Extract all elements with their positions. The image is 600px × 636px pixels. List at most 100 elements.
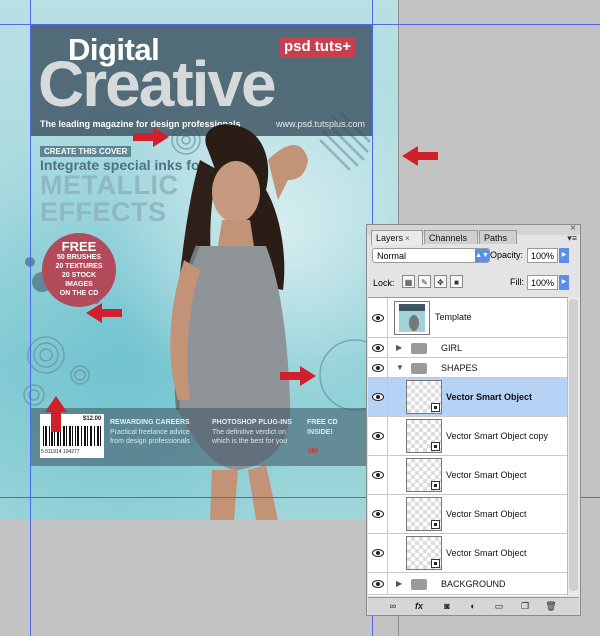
layer-row-template[interactable]: Template: [368, 298, 567, 338]
smart-object-icon: [431, 403, 440, 412]
layer-thumbnail: [406, 536, 442, 570]
new-layer-icon[interactable]: ❐: [518, 600, 532, 612]
visibility-cell[interactable]: [368, 495, 388, 533]
layer-list-scrollbar[interactable]: [567, 297, 580, 595]
eye-icon[interactable]: [372, 393, 384, 401]
strip-heading: FREE CD: [307, 419, 338, 426]
guide-line-horizontal[interactable]: [0, 24, 600, 25]
dropdown-arrow-icon: ▲▼: [475, 249, 489, 262]
scrollbar-thumb[interactable]: [569, 299, 578, 591]
lock-label: Lock:: [373, 278, 395, 288]
eye-icon[interactable]: [372, 471, 384, 479]
layer-name: GIRL: [441, 343, 463, 353]
visibility-cell[interactable]: [368, 378, 388, 416]
opacity-input[interactable]: 100%: [527, 248, 558, 263]
layer-row-vector-smart-object[interactable]: Vector Smart Object: [368, 495, 567, 534]
tab-label: Channels: [429, 233, 468, 243]
link-icon[interactable]: ∞: [386, 600, 400, 612]
arrow-left-icon: [86, 303, 122, 323]
tab-channels[interactable]: Channels: [424, 230, 478, 244]
create-this-cover-badge: CREATE THIS COVER: [40, 146, 132, 157]
mask-icon[interactable]: ◙: [440, 600, 454, 612]
strip-text: from design professionals: [110, 438, 190, 445]
fill-label: Fill:: [510, 277, 524, 287]
layer-name: Vector Smart Object copy: [446, 431, 549, 441]
tab-close-icon[interactable]: ×: [405, 234, 410, 243]
eye-icon[interactable]: [372, 364, 384, 372]
strip-heading: PHOTOSHOP PLUG-INS: [212, 419, 292, 426]
visibility-cell[interactable]: [368, 456, 388, 494]
smart-object-icon: [431, 559, 440, 568]
eye-icon[interactable]: [372, 580, 384, 588]
layer-row-background[interactable]: ▶ BACKGROUND: [368, 573, 567, 595]
barcode-number: 5 011914 104277: [41, 449, 80, 455]
layer-row-girl[interactable]: ▶ GIRL: [368, 338, 567, 358]
free-line: IMAGES: [65, 281, 93, 288]
lock-position-icon[interactable]: ✥: [434, 275, 447, 288]
folder-icon: [411, 343, 427, 354]
magazine-cover: Digital Creative psd tuts+ The leading m…: [0, 0, 398, 520]
adjustment-icon[interactable]: ◐: [466, 600, 480, 612]
visibility-cell[interactable]: [368, 573, 388, 594]
fill-slider-button[interactable]: ▶: [559, 275, 569, 290]
arrow-right-icon: [133, 127, 169, 147]
layer-thumbnail: [394, 301, 430, 335]
strip-heading: REWARDING CAREERS: [110, 419, 190, 426]
layer-row-vector-smart-object[interactable]: Vector Smart Object: [368, 456, 567, 495]
guide-line-vertical[interactable]: [30, 0, 31, 636]
eye-icon[interactable]: [372, 549, 384, 557]
blend-mode-select[interactable]: Normal ▲▼: [372, 248, 490, 263]
tab-label: Layers: [376, 233, 404, 243]
fx-icon[interactable]: fx: [412, 600, 426, 612]
opacity-slider-button[interactable]: ▶: [559, 248, 569, 263]
layer-name: Template: [435, 312, 472, 322]
psd-tuts-logo: psd tuts+: [280, 37, 355, 57]
visibility-cell[interactable]: [368, 358, 388, 377]
eye-icon[interactable]: [372, 344, 384, 352]
eye-icon[interactable]: [372, 314, 384, 322]
visibility-cell[interactable]: [368, 417, 388, 455]
folder-icon: [411, 579, 427, 590]
smart-object-icon: [431, 520, 440, 529]
tab-label: Paths: [484, 233, 508, 243]
layer-row-vector-smart-object[interactable]: Vector Smart Object: [368, 378, 567, 417]
collapse-triangle-icon[interactable]: ▼: [396, 363, 404, 372]
visibility-cell[interactable]: [368, 298, 388, 337]
tab-paths[interactable]: Paths: [479, 230, 517, 244]
blend-mode-value: Normal: [377, 251, 407, 261]
layer-row-vector-smart-object[interactable]: Vector Smart Object: [368, 534, 567, 573]
expand-triangle-icon[interactable]: ▶: [396, 579, 402, 588]
free-line: 50 BRUSHES: [57, 254, 101, 261]
fill-input[interactable]: 100%: [527, 275, 558, 290]
arrow-up-icon: [45, 396, 67, 432]
lock-image-icon[interactable]: ✎: [418, 275, 431, 288]
visibility-cell[interactable]: [368, 534, 388, 572]
visibility-cell[interactable]: [368, 338, 388, 357]
layer-name: BACKGROUND: [441, 579, 506, 589]
eye-icon[interactable]: [372, 432, 384, 440]
strip-text: Practical freelance advice: [110, 429, 190, 436]
folder-icon[interactable]: ▭: [492, 600, 506, 612]
free-offer-badge: FREE 50 BRUSHES 20 TEXTURES 20 STOCK IMA…: [42, 233, 116, 307]
free-line: 20 TEXTURES: [55, 263, 103, 270]
cover-price: $12.00: [83, 416, 102, 422]
eye-icon[interactable]: [372, 510, 384, 518]
panel-bottom-toolbar: ∞ fx ◙ ◐ ▭ ❐ 🗑: [368, 597, 579, 615]
layer-thumbnail: [406, 458, 442, 492]
strip-text: which is the best for you: [212, 438, 288, 445]
panel-menu-icon[interactable]: ▾≡: [567, 233, 577, 244]
strip-text: INSIDE!: [307, 429, 333, 436]
lock-transparency-icon[interactable]: ▦: [402, 275, 415, 288]
layer-row-shapes[interactable]: ▼ SHAPES: [368, 358, 567, 378]
folder-icon: [411, 363, 427, 374]
smart-object-icon: [431, 481, 440, 490]
lock-all-icon[interactable]: ■: [450, 275, 463, 288]
layer-name: Vector Smart Object: [446, 548, 527, 558]
smart-object-icon: [431, 442, 440, 451]
opacity-label: Opacity:: [490, 250, 524, 260]
arrow-right-icon: [280, 366, 316, 386]
expand-triangle-icon[interactable]: ▶: [396, 343, 402, 352]
tab-layers[interactable]: Layers ×: [371, 230, 423, 245]
layer-row-vector-smart-object-copy[interactable]: Vector Smart Object copy: [368, 417, 567, 456]
trash-icon[interactable]: 🗑: [544, 600, 558, 612]
